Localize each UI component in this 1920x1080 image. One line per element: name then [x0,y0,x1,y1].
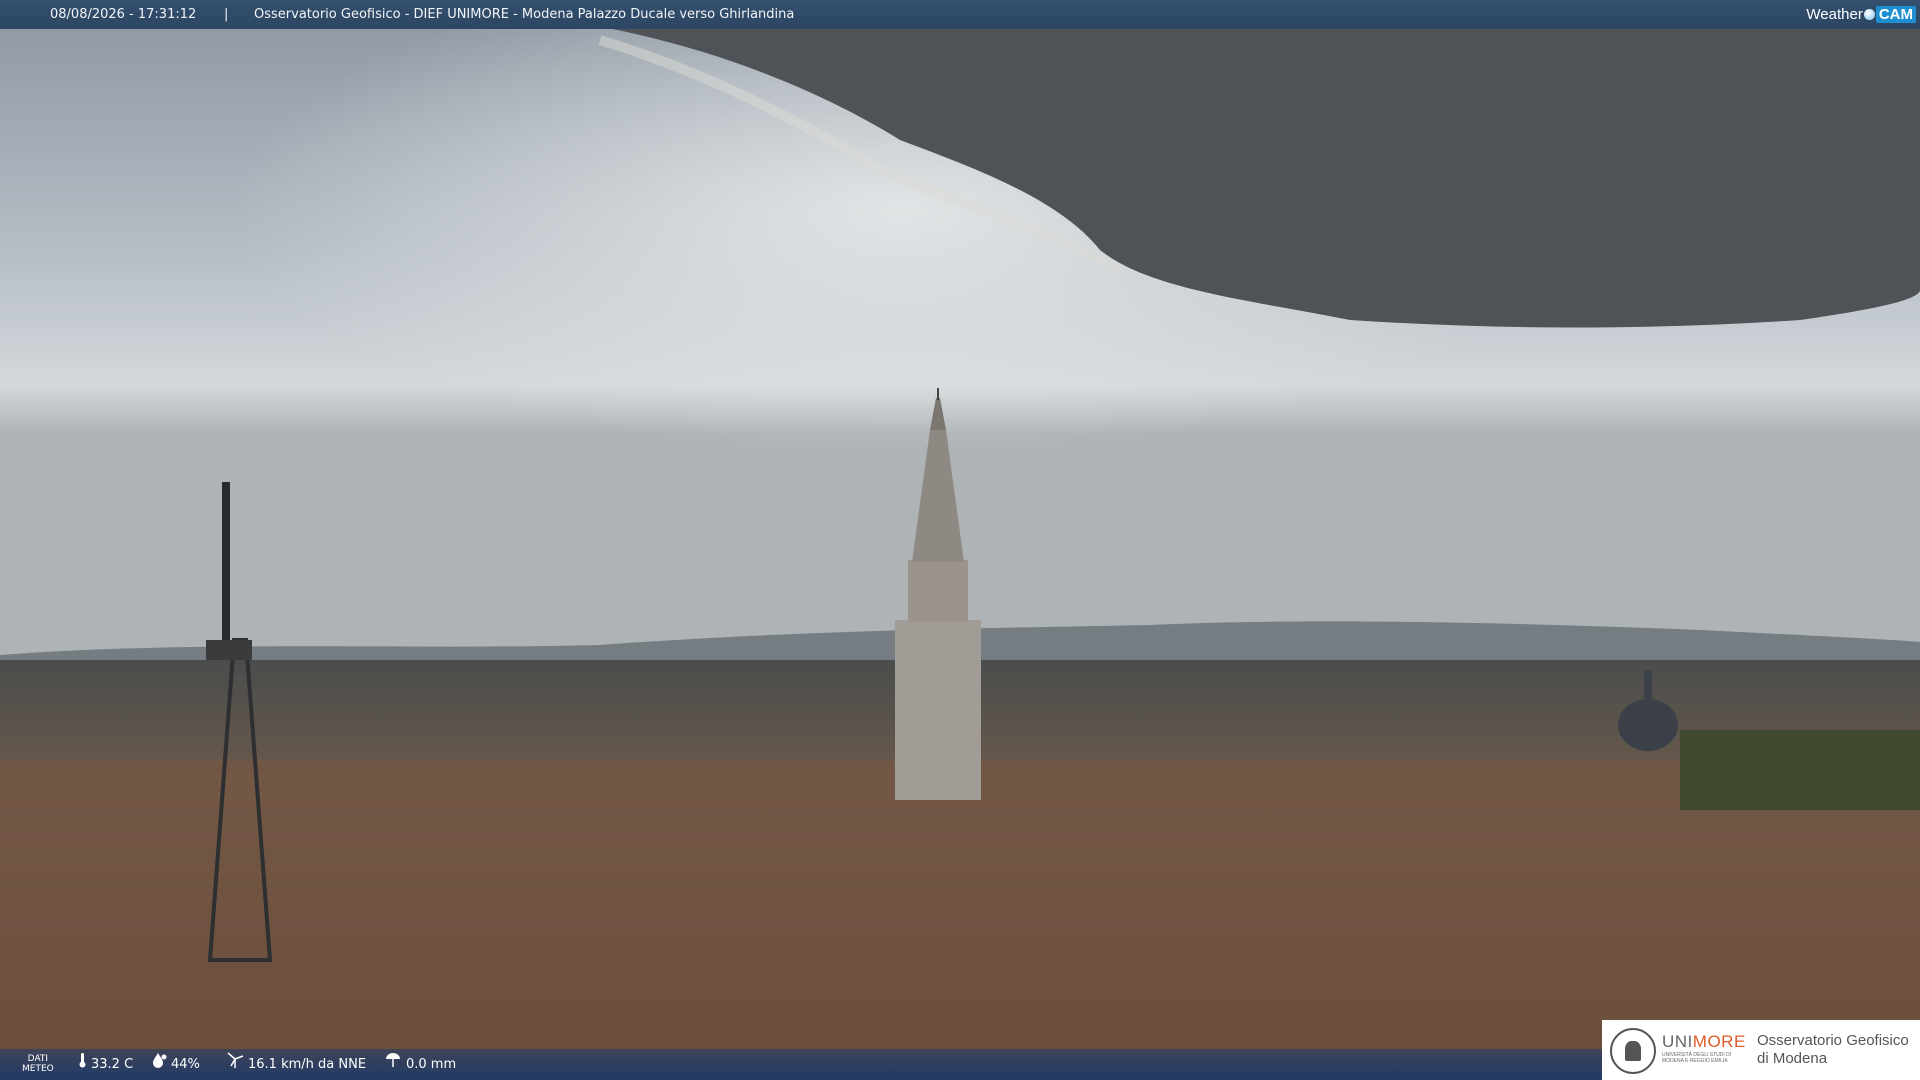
university-subtitle: UNIVERSITÀ DEGLI STUDI DI MODENA E REGGI… [1662,1052,1732,1064]
weather-data-bar: DATI METEO 33.2 C 44% 16.1 km/h da NNE 0… [0,1049,1605,1080]
weathercam-logo-weather: Weather [1806,6,1863,23]
thermometer-icon [78,1049,87,1080]
humidity-readout: 44% [153,1049,200,1080]
unimore-observatory-logo: UNIMORE UNIVERSITÀ DEGLI STUDI DI MODENA… [1602,1020,1920,1080]
timestamp: 08/08/2026 - 17:31:12 [50,7,197,22]
observatory-line-1: Osservatorio Geofisico [1757,1032,1909,1049]
dati-label: DATI [27,1054,49,1064]
camera-title: Osservatorio Geofisico - DIEF UNIMORE - … [254,7,795,22]
weathercam-logo-cam: CAM [1875,6,1916,23]
meteo-label: METEO [22,1064,54,1074]
observatory-line-2: di Modena [1757,1050,1828,1067]
webcam-image [0,0,1920,1080]
humidity-drop-icon [153,1049,167,1080]
rain-value: 0.0 mm [406,1057,457,1072]
weathercam-logo: Weather CAM [1806,3,1916,26]
wind-turbine-icon [226,1049,244,1080]
humidity-value: 44% [171,1057,200,1072]
rain-readout: 0.0 mm [384,1049,456,1080]
brand-uni: UNI [1662,1032,1693,1051]
dati-meteo-label: DATI METEO [22,1054,54,1074]
temperature-value: 33.2 C [91,1057,134,1072]
university-seal-icon [1610,1028,1656,1074]
camera-header-bar: 08/08/2026 - 17:31:12 | Osservatorio Geo… [0,0,1920,29]
temperature-readout: 33.2 C [78,1049,133,1080]
observatory-name: Osservatorio Geofisico di Modena [1757,1032,1909,1068]
header-separator: | [224,7,229,22]
wind-readout: 16.1 km/h da NNE [226,1049,366,1080]
brand-more: MORE [1692,1032,1746,1051]
rain-gauge-icon [384,1049,402,1080]
wind-value: 16.1 km/h da NNE [248,1057,367,1072]
weathercam-dot-icon [1863,9,1875,20]
unimore-brand: UNIMORE [1662,1032,1746,1052]
